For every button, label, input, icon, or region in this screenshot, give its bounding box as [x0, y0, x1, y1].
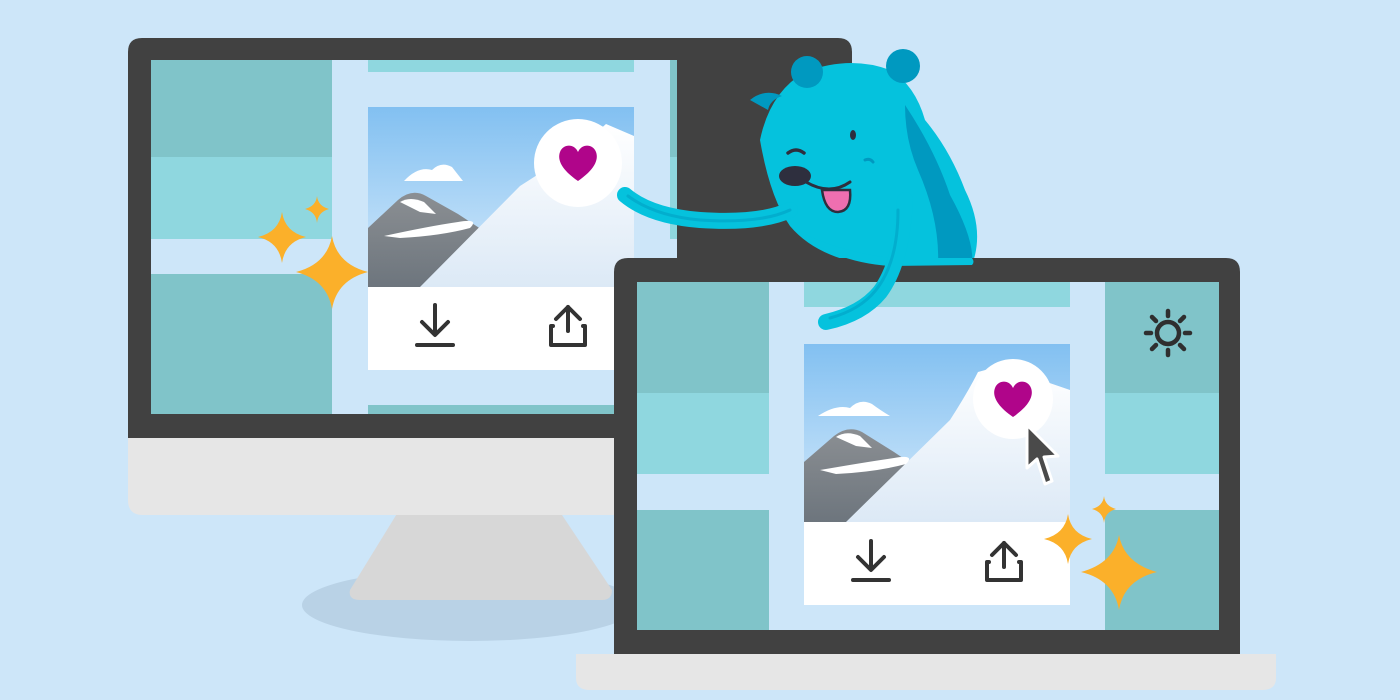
illustration-canvas: [0, 0, 1400, 700]
tile: [637, 393, 769, 474]
laptop-base: [576, 654, 1276, 690]
photo-card: [804, 344, 1070, 605]
like-button[interactable]: [534, 119, 622, 207]
monitor-screen: [151, 60, 677, 414]
tile: [151, 274, 332, 414]
tile: [151, 157, 332, 239]
tile: [804, 282, 1070, 307]
mascot-eye: [850, 130, 856, 140]
mascot-ear: [886, 49, 920, 83]
tile: [1105, 282, 1219, 393]
tile: [1105, 393, 1219, 474]
tile: [368, 60, 634, 72]
tile: [637, 510, 769, 630]
tile: [151, 60, 332, 157]
laptop: [576, 258, 1276, 690]
mascot-ear: [791, 56, 823, 88]
photo-card: [368, 107, 634, 370]
tile: [637, 282, 769, 393]
like-button[interactable]: [973, 359, 1053, 439]
